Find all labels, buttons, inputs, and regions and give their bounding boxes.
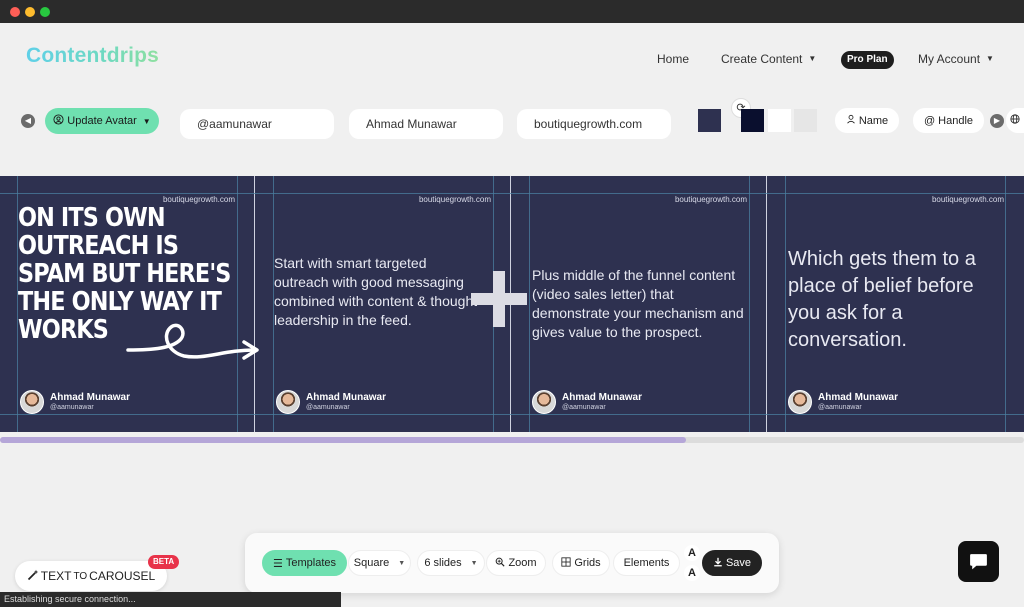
slide-4[interactable]: boutiquegrowth.com Which gets them to a …	[768, 176, 1024, 432]
magic-wand-icon	[27, 569, 39, 584]
grids-label: Grids	[574, 557, 601, 569]
carousel-label: CAROUSEL	[89, 569, 156, 583]
download-icon	[713, 557, 723, 570]
grids-button[interactable]: Grids	[552, 550, 610, 576]
slide-author: Ahmad Munawar @aamunawar	[532, 390, 642, 414]
user-icon	[846, 114, 856, 127]
handle-chip-label: Handle	[938, 114, 974, 127]
zoom-icon	[495, 557, 506, 570]
website-input[interactable]: boutiquegrowth.com	[517, 109, 671, 139]
text-to-carousel-button[interactable]: TEXT TO CAROUSEL	[15, 561, 167, 591]
author-name: Ahmad Munawar	[818, 392, 899, 403]
update-avatar-button[interactable]: Update Avatar ▼	[45, 108, 159, 134]
size-label: Square	[353, 557, 390, 569]
handle-input[interactable]: @aamunawar	[180, 109, 334, 139]
scroll-right-arrow-icon[interactable]: ▶	[990, 114, 1004, 128]
slide-1[interactable]: boutiquegrowth.com On its own outreach i…	[0, 176, 259, 432]
name-chip-label: Name	[858, 114, 889, 127]
scroll-left-arrow-icon[interactable]: ◀	[21, 114, 35, 128]
author-name: Ahmad Munawar	[50, 392, 131, 403]
slide-body-text[interactable]: Which gets them to a place of belief bef…	[788, 246, 1008, 354]
editor-toolbar: ☰ Templates Square ▼ 6 slides ▼ Zoom Gri…	[245, 533, 779, 593]
chevron-down-icon: ▼	[986, 54, 994, 63]
author-handle: @aamunawar	[50, 404, 94, 411]
color-swatch-accent[interactable]	[794, 109, 817, 132]
font-decrease-icon[interactable]: A	[684, 565, 700, 581]
save-button[interactable]: Save	[702, 550, 762, 576]
slide-body-text[interactable]: Start with smart targeted outreach with …	[274, 254, 484, 330]
slide-domain: boutiquegrowth.com	[931, 195, 1004, 204]
color-swatch-background[interactable]	[698, 109, 721, 132]
window-titlebar	[0, 0, 1024, 23]
close-window-button[interactable]	[10, 7, 20, 17]
avatar	[20, 390, 44, 414]
user-circle-icon	[53, 114, 64, 128]
font-increase-icon[interactable]: A	[684, 545, 700, 561]
templates-label: Templates	[285, 557, 336, 569]
size-select[interactable]: Square ▼	[348, 550, 411, 576]
slide-author: Ahmad Munawar @aamunawar	[788, 390, 898, 414]
at-sign-icon: @	[923, 114, 936, 127]
chat-button[interactable]	[958, 541, 999, 582]
name-input[interactable]: Ahmad Munawar	[349, 109, 503, 139]
contentdrips-logo[interactable]: Contentdrips	[26, 44, 159, 68]
slide-2[interactable]: boutiquegrowth.com Start with smart targ…	[256, 176, 527, 432]
nav-home[interactable]: Home	[657, 52, 689, 66]
chevron-down-icon: ▼	[398, 559, 406, 567]
nav-my-account-label: My Account	[918, 52, 981, 66]
zoom-label: Zoom	[508, 557, 537, 569]
globe-icon	[1010, 114, 1020, 127]
slide-author: Ahmad Munawar @aamunawar	[276, 390, 386, 414]
caret-down-icon: ▼	[142, 116, 151, 126]
pro-plan-badge[interactable]: Pro Plan	[841, 51, 894, 69]
beta-badge: BETA	[148, 555, 180, 569]
author-handle: @aamunawar	[818, 404, 862, 411]
avatar	[532, 390, 556, 414]
slide-domain: boutiquegrowth.com	[674, 195, 747, 204]
save-label: Save	[725, 557, 752, 569]
author-handle: @aamunawar	[562, 404, 606, 411]
author-name: Ahmad Munawar	[562, 392, 643, 403]
slide-3[interactable]: boutiquegrowth.com Plus middle of the fu…	[512, 176, 768, 432]
slide-author: Ahmad Munawar @aamunawar	[20, 390, 130, 414]
avatar	[788, 390, 812, 414]
website-toggle-chip[interactable]	[1006, 108, 1024, 133]
slide-domain: boutiquegrowth.com	[418, 195, 491, 204]
slide-body-text[interactable]: Plus middle of the funnel content (video…	[532, 266, 752, 342]
update-avatar-label: Update Avatar	[67, 115, 137, 127]
zoom-button[interactable]: Zoom	[486, 550, 546, 576]
author-name: Ahmad Munawar	[306, 392, 387, 403]
slides-scrollbar[interactable]	[0, 437, 1024, 443]
slides-count-select[interactable]: 6 slides ▼	[417, 550, 485, 576]
nav-create-content[interactable]: Create Content ▼	[721, 52, 816, 66]
slides-count-label: 6 slides	[424, 557, 462, 569]
scrollbar-thumb[interactable]	[0, 437, 686, 443]
minimize-window-button[interactable]	[25, 7, 35, 17]
handle-toggle-chip[interactable]: @ Handle	[913, 108, 984, 133]
menu-icon: ☰	[272, 557, 283, 570]
templates-button[interactable]: ☰ Templates	[262, 550, 347, 576]
color-swatch-primary[interactable]	[741, 109, 764, 132]
text-label: TEXT	[40, 569, 72, 583]
elements-label: Elements	[623, 557, 670, 569]
color-swatch-text[interactable]	[768, 109, 791, 132]
grid-icon	[561, 556, 571, 570]
avatar	[276, 390, 300, 414]
to-label: TO	[73, 570, 88, 582]
carousel-slides-strip[interactable]: boutiquegrowth.com On its own outreach i…	[0, 176, 1024, 432]
nav-create-content-label: Create Content	[721, 52, 803, 66]
name-toggle-chip[interactable]: Name	[835, 108, 899, 133]
chevron-down-icon: ▼	[808, 54, 817, 63]
chat-bubble-icon	[970, 554, 987, 570]
chevron-down-icon: ▼	[470, 559, 478, 567]
swirl-arrow-icon	[126, 323, 259, 360]
status-bar: Establishing secure connection...	[0, 592, 341, 607]
elements-button[interactable]: Elements	[613, 550, 680, 576]
maximize-window-button[interactable]	[40, 7, 50, 17]
slide-domain: boutiquegrowth.com	[162, 195, 235, 204]
nav-my-account[interactable]: My Account ▼	[918, 52, 994, 66]
author-handle: @aamunawar	[306, 404, 350, 411]
